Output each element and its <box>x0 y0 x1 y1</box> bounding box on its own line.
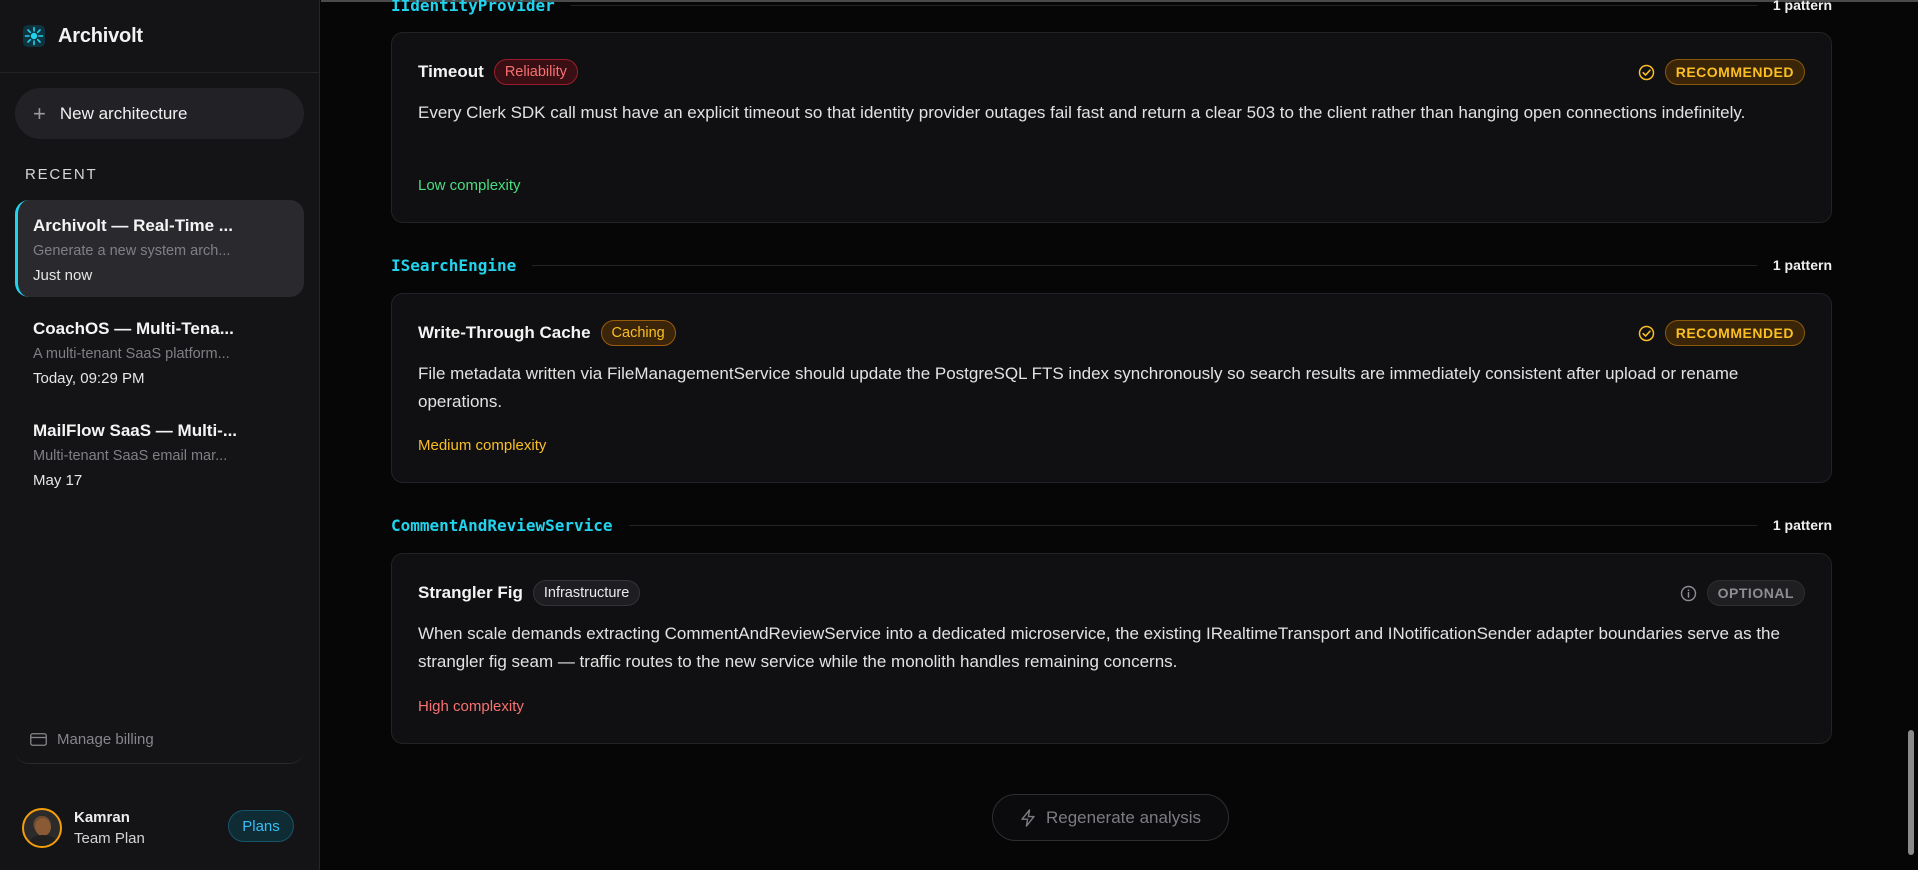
component-group-header: CommentAndReviewService 1 pattern <box>391 514 1832 536</box>
group-divider <box>532 264 1757 266</box>
plans-button[interactable]: Plans <box>228 810 294 842</box>
pattern-count: 1 pattern <box>1772 0 1832 13</box>
credit-card-icon <box>30 733 47 746</box>
chat-description: Multi-tenant SaaS email mar... <box>33 448 228 464</box>
recent-heading: RECENT <box>25 166 98 183</box>
chat-description: A multi-tenant SaaS platform... <box>33 346 230 362</box>
pattern-card: Timeout Reliability RECOMMENDED Every Cl… <box>391 32 1832 223</box>
pattern-description: When scale demands extracting CommentAnd… <box>418 624 1780 671</box>
archivolt-logo-icon <box>23 25 45 47</box>
check-circle-icon <box>1638 325 1654 341</box>
chat-timestamp: May 17 <box>33 472 83 489</box>
category-tag: Infrastructure <box>532 580 641 606</box>
manage-billing-label: Manage billing <box>57 731 154 748</box>
chat-title: Archivolt — Real-Time ... <box>33 216 233 235</box>
component-group-header: IIdentityProvider 1 pattern <box>391 0 1832 16</box>
chat-description: Generate a new system arch... <box>33 243 231 259</box>
sidebar: Archivolt + New architecture RECENT Arch… <box>0 0 320 870</box>
user-name: Kamran <box>74 809 130 826</box>
category-tag: Reliability <box>493 59 578 85</box>
category-tag: Caching <box>600 320 676 346</box>
user-profile[interactable]: Kamran Team Plan <box>22 808 145 848</box>
new-architecture-button[interactable]: + New architecture <box>15 88 304 139</box>
group-divider <box>628 524 1757 526</box>
complexity-label: Medium complexity <box>418 437 547 454</box>
component-name: ISearchEngine <box>391 255 517 275</box>
status-badge: RECOMMENDED <box>1664 320 1805 346</box>
pattern-title: Strangler Fig <box>418 583 523 602</box>
status-badge: OPTIONAL <box>1706 580 1805 606</box>
pattern-card: Strangler Fig Infrastructure OPTIONAL Wh… <box>391 553 1832 744</box>
check-circle-icon <box>1638 64 1654 80</box>
manage-billing-button[interactable]: Manage billing <box>15 716 304 764</box>
brand[interactable]: Archivolt <box>22 24 143 48</box>
avatar <box>22 808 62 848</box>
info-icon <box>1680 585 1696 601</box>
sidebar-chat-item[interactable]: Archivolt — Real-Time ... Generate a new… <box>15 200 304 297</box>
pattern-count: 1 pattern <box>1772 257 1832 273</box>
pattern-card: Write-Through Cache Caching RECOMMENDED … <box>391 293 1832 483</box>
chat-timestamp: Today, 09:29 PM <box>33 370 145 387</box>
pattern-title: Timeout <box>418 62 484 81</box>
pattern-description: File metadata written via FileManagement… <box>418 364 1739 411</box>
component-name: CommentAndReviewService <box>391 515 613 535</box>
component-name: IIdentityProvider <box>391 0 555 15</box>
chat-title: MailFlow SaaS — Multi-... <box>33 421 238 440</box>
sidebar-divider <box>0 72 320 73</box>
scrollbar-thumb[interactable] <box>1908 730 1914 855</box>
main-content: IIdentityProvider 1 pattern Timeout Reli… <box>321 0 1918 870</box>
component-group-header: ISearchEngine 1 pattern <box>391 254 1832 276</box>
plus-icon: + <box>33 100 46 126</box>
brand-name: Archivolt <box>58 24 143 47</box>
regenerate-analysis-button[interactable]: Regenerate analysis <box>992 794 1229 841</box>
chat-timestamp: Just now <box>33 267 93 284</box>
pattern-description: Every Clerk SDK call must have an explic… <box>418 103 1746 122</box>
status-badge: RECOMMENDED <box>1664 59 1805 85</box>
sidebar-chat-item[interactable]: CoachOS — Multi-Tena... A multi-tenant S… <box>15 303 304 400</box>
user-plan: Team Plan <box>74 830 145 847</box>
chat-title: CoachOS — Multi-Tena... <box>33 319 234 338</box>
complexity-label: Low complexity <box>418 177 521 194</box>
pattern-title: Write-Through Cache <box>418 323 591 342</box>
pattern-count: 1 pattern <box>1772 517 1832 533</box>
new-architecture-label: New architecture <box>59 103 188 123</box>
lightning-icon <box>1021 808 1035 827</box>
sidebar-chat-item[interactable]: MailFlow SaaS — Multi-... Multi-tenant S… <box>15 405 304 502</box>
complexity-label: High complexity <box>418 698 524 715</box>
group-divider <box>570 4 1757 6</box>
regenerate-label: Regenerate analysis <box>1046 807 1201 827</box>
